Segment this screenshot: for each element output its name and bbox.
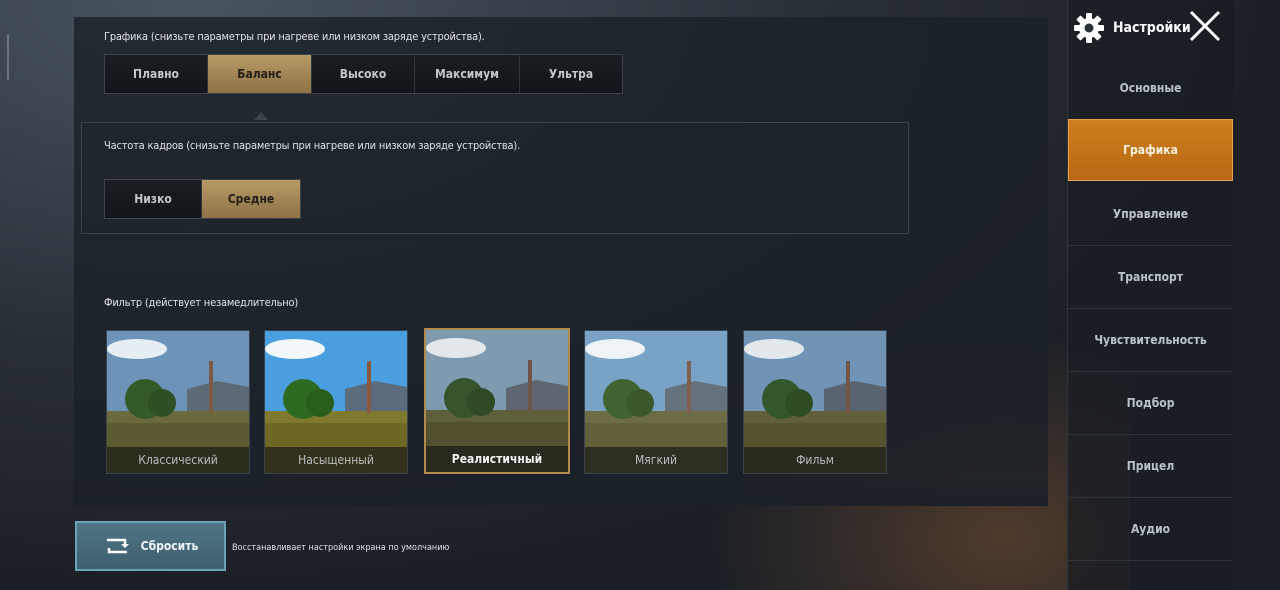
sidebar-item-crosshair[interactable]: Прицел	[1068, 435, 1233, 498]
reset-description: Восстанавливает настройки экрана по умол…	[232, 543, 450, 553]
sidebar-item-basic[interactable]: Основные	[1068, 57, 1233, 120]
filter-name-classic: Классический	[107, 447, 249, 473]
filter-classic[interactable]: Классический	[106, 330, 250, 474]
sidebar-item-controls[interactable]: Управление	[1068, 183, 1233, 246]
close-icon[interactable]	[1188, 9, 1222, 43]
graphics-option-max[interactable]: Максимум	[415, 55, 520, 93]
filter-name-vivid: Насыщенный	[265, 447, 407, 473]
gear-icon	[1074, 13, 1104, 43]
filter-vivid[interactable]: Насыщенный	[264, 330, 408, 474]
filter-name-realistic: Реалистичный	[426, 446, 568, 472]
graphics-option-balanced[interactable]: Баланс	[208, 55, 312, 93]
reset-button-label: Сбросить	[140, 539, 199, 553]
panel-scroll-fade	[74, 480, 1048, 506]
sidebar-title: Настройки	[1113, 20, 1191, 36]
reset-button[interactable]: Сбросить	[75, 521, 226, 571]
filter-name-film: Фильм	[744, 447, 886, 473]
fps-option-medium[interactable]: Средне	[202, 180, 300, 218]
sidebar-header: Настройки	[1073, 8, 1191, 48]
sidebar-item-vehicle[interactable]: Транспорт	[1068, 246, 1233, 309]
graphics-quality-selector: Плавно Баланс Высоко Максимум Ультра	[104, 54, 623, 94]
fps-section: Частота кадров (снизьте параметры при на…	[81, 122, 909, 234]
fps-label: Частота кадров (снизьте параметры при на…	[104, 139, 521, 152]
edge-handle	[7, 34, 9, 80]
graphics-option-high[interactable]: Высоко	[312, 55, 415, 93]
filter-realistic[interactable]: Реалистичный	[424, 328, 570, 474]
graphics-settings-panel[interactable]: Графика (снизьте параметры при нагреве и…	[74, 17, 1048, 506]
fps-selector: Низко Средне	[104, 179, 301, 219]
filter-label: Фильтр (действует незамедлительно)	[104, 296, 299, 309]
fps-pointer-arrow	[254, 112, 268, 120]
sidebar-item-sensitivity[interactable]: Чувствительность	[1068, 309, 1233, 372]
sidebar-item-pickup[interactable]: Подбор	[1068, 372, 1233, 435]
fps-option-low[interactable]: Низко	[105, 180, 202, 218]
reset-icon	[106, 538, 129, 554]
filter-film[interactable]: Фильм	[743, 330, 887, 474]
graphics-option-ultra[interactable]: Ультра	[520, 55, 622, 93]
graphics-option-smooth[interactable]: Плавно	[105, 55, 208, 93]
graphics-quality-label: Графика (снизьте параметры при нагреве и…	[104, 30, 485, 43]
sidebar-item-audio[interactable]: Аудио	[1068, 498, 1233, 561]
filter-name-soft: Мягкий	[585, 447, 727, 473]
filter-soft[interactable]: Мягкий	[584, 330, 728, 474]
sidebar-item-graphics[interactable]: Графика	[1068, 119, 1233, 181]
